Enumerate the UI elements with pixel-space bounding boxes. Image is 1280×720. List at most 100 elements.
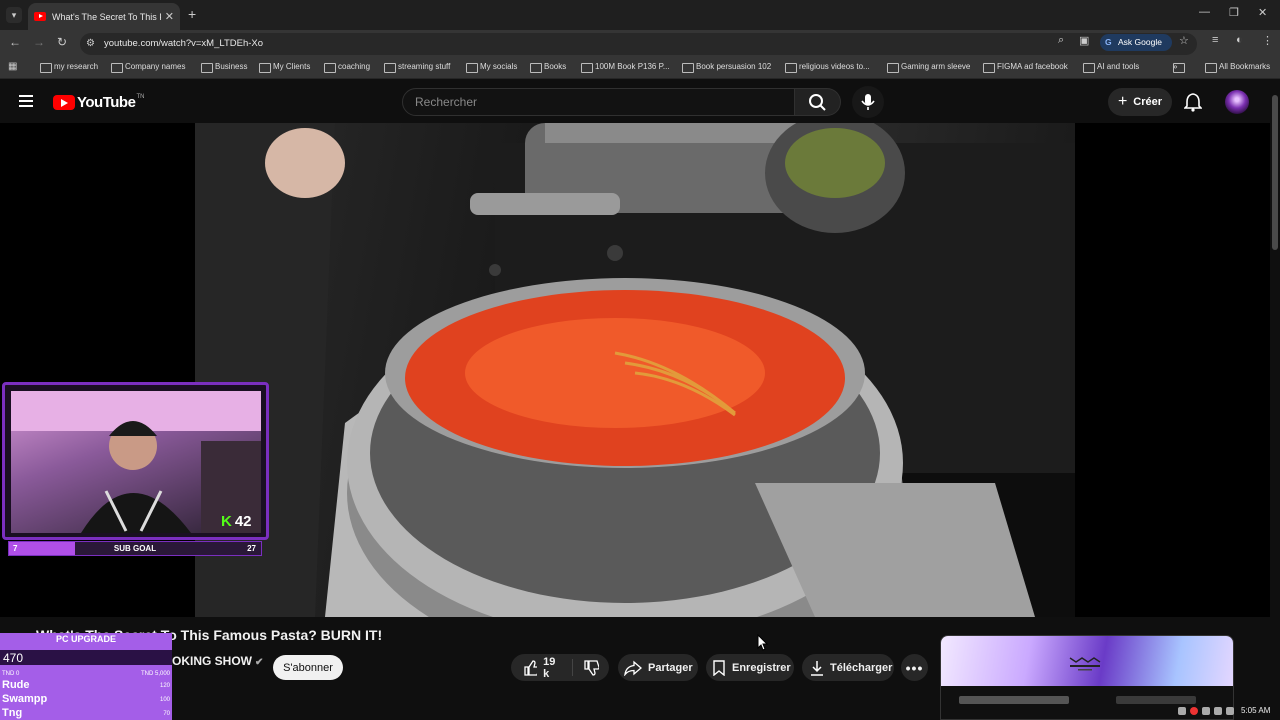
share-label: Partager bbox=[648, 661, 693, 674]
channel-name-text[interactable]: OKING SHOW bbox=[172, 654, 252, 668]
bookmark-star-icon[interactable]: ☆ bbox=[1179, 34, 1189, 47]
create-button[interactable]: + Créer bbox=[1108, 88, 1172, 116]
bookmark-folder[interactable]: streaming stuff bbox=[384, 62, 450, 73]
thumbs-down-icon bbox=[584, 659, 599, 676]
search-button[interactable] bbox=[795, 88, 841, 116]
address-bar[interactable]: ⚙ youtube.com/watch?v=xM_LTDEh-Xo bbox=[80, 33, 1197, 55]
donor-name: Tng bbox=[2, 707, 23, 719]
share-arrow-icon bbox=[624, 660, 642, 676]
all-bookmarks-folder[interactable]: All Bookmarks bbox=[1205, 62, 1270, 73]
youtube-wordmark: YouTube bbox=[77, 93, 136, 111]
volume-icon[interactable] bbox=[1214, 706, 1222, 715]
ad-brand-logo bbox=[1069, 657, 1101, 671]
bookmarks-bar: ▦ my research Company names Business My … bbox=[0, 57, 1280, 79]
apps-grid-icon[interactable]: ▦ bbox=[8, 61, 17, 72]
bookmarks-overflow-icon[interactable]: » bbox=[1173, 62, 1187, 73]
dislike-button[interactable] bbox=[573, 659, 609, 676]
browser-toolbar: ← → ↻ ⚙ youtube.com/watch?v=xM_LTDEh-Xo … bbox=[0, 30, 1280, 57]
browser-tab-active[interactable]: What's The Secret To This Famo ✕ bbox=[28, 3, 180, 30]
tray-app-icon[interactable] bbox=[1190, 706, 1198, 715]
search-input[interactable] bbox=[415, 95, 785, 109]
like-count: 19 k bbox=[543, 655, 556, 680]
donation-goal-max: TND 5,000 bbox=[140, 671, 170, 677]
battery-icon[interactable] bbox=[1226, 706, 1234, 715]
tab-title: What's The Secret To This Famo bbox=[52, 11, 161, 22]
microphone-icon bbox=[861, 94, 875, 110]
download-button[interactable]: Télécharger bbox=[802, 654, 894, 681]
search-icon bbox=[809, 94, 826, 111]
channel-name[interactable]: OKING SHOW ✔ bbox=[172, 654, 263, 668]
page-scrollbar-thumb[interactable] bbox=[1272, 95, 1278, 250]
save-label: Enregistrer bbox=[732, 661, 791, 674]
voice-search-button[interactable] bbox=[852, 86, 884, 118]
donor-amount: 120 bbox=[159, 683, 170, 689]
download-icon bbox=[811, 660, 823, 676]
zoom-icon[interactable]: ⌕ bbox=[1058, 34, 1064, 47]
sub-goal-label: SUB GOAL bbox=[113, 544, 157, 553]
more-dots-icon: ••• bbox=[905, 659, 924, 676]
region-code: TN bbox=[136, 94, 145, 100]
minimize-button[interactable]: — bbox=[1199, 6, 1210, 18]
share-button[interactable]: Partager bbox=[618, 654, 698, 681]
kick-viewer-badge: K 42 bbox=[221, 513, 252, 530]
account-avatar[interactable] bbox=[1225, 90, 1249, 114]
ask-google-button[interactable]: Ask Google bbox=[1100, 34, 1172, 51]
search-box bbox=[402, 88, 795, 116]
youtube-favicon-icon bbox=[34, 12, 46, 21]
bookmark-folder[interactable]: Business bbox=[201, 62, 247, 73]
reload-icon[interactable]: ↻ bbox=[57, 35, 67, 49]
forward-icon[interactable]: → bbox=[33, 35, 45, 49]
menu-kebab-icon[interactable]: ⋮ bbox=[1262, 34, 1273, 47]
more-actions-button[interactable]: ••• bbox=[901, 654, 928, 681]
youtube-header: YouTube TN + Créer bbox=[0, 80, 1280, 123]
bookmark-folder[interactable]: My socials bbox=[466, 62, 517, 73]
bookmark-folder[interactable]: My Clients bbox=[259, 62, 310, 73]
donation-goal-min: TND 0 bbox=[2, 671, 20, 677]
tray-clock[interactable]: 5:05 AM bbox=[1241, 706, 1270, 715]
tray-chevron-icon[interactable] bbox=[1178, 706, 1186, 715]
tab-close-icon[interactable]: ✕ bbox=[165, 10, 174, 23]
bookmark-folder[interactable]: 100M Book P136 P... bbox=[581, 62, 670, 73]
video-frame[interactable] bbox=[195, 123, 1075, 617]
like-dislike-group: 19 k bbox=[511, 654, 609, 681]
pc-upgrade-donation-goal: PC UPGRADE 470 TND 0 TND 5,000 Rude 120 … bbox=[0, 633, 172, 720]
kick-viewer-count: 42 bbox=[234, 513, 252, 530]
bookmark-icon bbox=[713, 659, 725, 676]
site-info-icon[interactable]: ⚙ bbox=[86, 38, 95, 49]
sub-goal-bar: 7 SUB GOAL 27 bbox=[8, 541, 262, 556]
reading-list-icon[interactable]: ≡ bbox=[1212, 34, 1218, 46]
maximize-button[interactable]: ❐ bbox=[1229, 6, 1239, 19]
bookmark-folder[interactable]: Books bbox=[530, 62, 566, 73]
bookmark-folder[interactable]: coaching bbox=[324, 62, 370, 73]
thumbs-up-icon bbox=[524, 659, 538, 676]
verified-check-icon: ✔ bbox=[255, 657, 264, 668]
tab-search-button[interactable]: ▾ bbox=[6, 7, 22, 23]
cast-icon[interactable]: ▣ bbox=[1079, 34, 1089, 47]
save-button[interactable]: Enregistrer bbox=[706, 654, 794, 681]
bookmark-folder[interactable]: my research bbox=[40, 62, 98, 73]
donation-goal-value: 470 bbox=[3, 651, 24, 665]
bookmark-folder[interactable]: Book persuasion 102 bbox=[682, 62, 771, 73]
youtube-play-logo-icon bbox=[53, 94, 75, 110]
close-window-button[interactable]: ✕ bbox=[1258, 6, 1267, 19]
network-icon[interactable] bbox=[1202, 706, 1210, 715]
hamburger-menu-icon[interactable] bbox=[19, 95, 33, 107]
youtube-logo[interactable]: YouTube TN bbox=[53, 93, 144, 111]
bookmark-folder[interactable]: Gaming arm sleeve bbox=[887, 62, 970, 73]
notifications-bell-icon[interactable] bbox=[1183, 92, 1203, 117]
donation-goal-title: PC UPGRADE bbox=[55, 634, 116, 644]
back-icon[interactable]: ← bbox=[9, 35, 21, 49]
kick-logo-icon: K bbox=[221, 513, 232, 530]
create-label: Créer bbox=[1133, 96, 1163, 108]
sub-goal-target: 27 bbox=[247, 544, 256, 553]
bookmark-folder[interactable]: Company names bbox=[111, 62, 185, 73]
url-text[interactable]: youtube.com/watch?v=xM_LTDEh-Xo bbox=[104, 38, 263, 49]
subscribe-button[interactable]: S'abonner bbox=[273, 655, 343, 680]
like-button[interactable]: 19 k bbox=[511, 656, 573, 680]
profile-icon[interactable]: ◐ bbox=[1236, 34, 1243, 46]
mouse-cursor-icon bbox=[757, 634, 769, 651]
bookmark-folder[interactable]: religious videos to... bbox=[785, 62, 870, 73]
bookmark-folder[interactable]: AI and tools bbox=[1083, 62, 1139, 73]
bookmark-folder[interactable]: FIGMA ad facebook bbox=[983, 62, 1068, 73]
new-tab-button[interactable]: + bbox=[188, 6, 196, 22]
